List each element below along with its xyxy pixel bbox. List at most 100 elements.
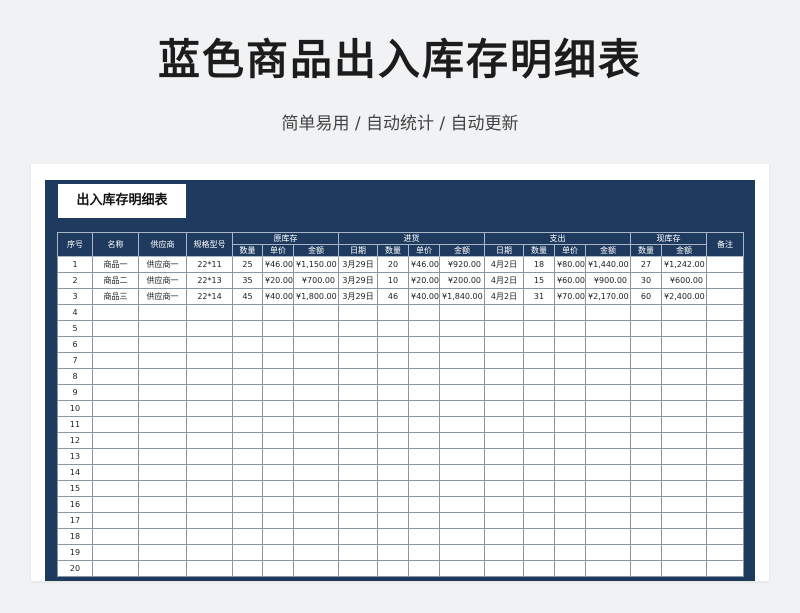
cell-out-amount[interactable]: ¥2,170.00 (585, 288, 632, 305)
cell-open-price[interactable] (262, 560, 294, 577)
cell-in-amount[interactable] (439, 480, 486, 497)
cell-cur-qty[interactable] (630, 432, 663, 449)
cell-out-date[interactable] (484, 528, 525, 545)
cell-cur-qty[interactable] (630, 448, 663, 465)
cell-spec[interactable] (186, 448, 233, 465)
cell-in-price[interactable]: ¥46.00 (408, 256, 441, 273)
cell-cur-qty[interactable]: 30 (630, 272, 663, 289)
cell-cur-qty[interactable] (630, 384, 663, 401)
cell-cur-qty[interactable] (630, 400, 663, 417)
cell-open-amount[interactable] (292, 560, 340, 577)
cell-out-price[interactable] (554, 304, 587, 321)
cell-in-price[interactable] (408, 448, 441, 465)
cell-cur-qty[interactable] (630, 304, 663, 321)
cell-supplier[interactable] (138, 432, 187, 449)
cell-out-date[interactable]: 4月2日 (484, 288, 525, 305)
cell-in-qty[interactable] (377, 320, 410, 337)
cell-out-qty[interactable] (523, 512, 556, 529)
cell-out-date[interactable] (484, 416, 525, 433)
cell-supplier[interactable] (138, 496, 187, 513)
cell-open-price[interactable] (262, 496, 294, 513)
cell-out-date[interactable] (484, 464, 525, 481)
cell-cur-qty[interactable] (630, 352, 663, 369)
cell-out-price[interactable] (554, 496, 587, 513)
cell-out-qty[interactable] (523, 400, 556, 417)
cell-remark[interactable] (706, 352, 745, 369)
cell-seq[interactable]: 3 (57, 288, 93, 305)
cell-cur-qty[interactable] (630, 320, 663, 337)
cell-supplier[interactable] (138, 384, 187, 401)
cell-seq[interactable]: 7 (57, 352, 93, 369)
cell-open-qty[interactable] (232, 416, 263, 433)
cell-in-amount[interactable] (439, 336, 486, 353)
cell-in-qty[interactable] (377, 528, 410, 545)
cell-in-date[interactable] (338, 448, 379, 465)
cell-open-amount[interactable] (292, 480, 340, 497)
cell-open-amount[interactable]: ¥1,800.00 (292, 288, 340, 305)
cell-out-date[interactable] (484, 432, 525, 449)
cell-in-price[interactable] (408, 432, 441, 449)
cell-in-date[interactable] (338, 320, 379, 337)
cell-cur-amount[interactable] (661, 544, 708, 561)
cell-open-qty[interactable] (232, 304, 263, 321)
cell-seq[interactable]: 16 (57, 496, 93, 513)
cell-in-price[interactable] (408, 320, 441, 337)
cell-cur-qty[interactable] (630, 464, 663, 481)
cell-open-price[interactable]: ¥20.00 (262, 272, 294, 289)
cell-in-qty[interactable] (377, 544, 410, 561)
cell-in-date[interactable] (338, 496, 379, 513)
cell-open-amount[interactable]: ¥700.00 (292, 272, 340, 289)
cell-in-amount[interactable] (439, 512, 486, 529)
cell-open-qty[interactable] (232, 464, 263, 481)
cell-open-price[interactable] (262, 304, 294, 321)
cell-in-date[interactable]: 3月29日 (338, 272, 379, 289)
cell-open-price[interactable] (262, 336, 294, 353)
cell-out-date[interactable] (484, 336, 525, 353)
cell-out-price[interactable]: ¥70.00 (554, 288, 587, 305)
cell-spec[interactable] (186, 320, 233, 337)
cell-in-amount[interactable] (439, 464, 486, 481)
cell-open-price[interactable] (262, 528, 294, 545)
cell-in-amount[interactable] (439, 416, 486, 433)
cell-cur-qty[interactable] (630, 512, 663, 529)
cell-seq[interactable]: 13 (57, 448, 93, 465)
cell-in-price[interactable] (408, 384, 441, 401)
cell-supplier[interactable] (138, 480, 187, 497)
cell-in-amount[interactable] (439, 528, 486, 545)
cell-in-amount[interactable] (439, 448, 486, 465)
cell-spec[interactable] (186, 336, 233, 353)
cell-open-amount[interactable] (292, 400, 340, 417)
cell-supplier[interactable] (138, 320, 187, 337)
cell-in-qty[interactable] (377, 496, 410, 513)
cell-spec[interactable] (186, 304, 233, 321)
cell-supplier[interactable] (138, 400, 187, 417)
cell-out-amount[interactable] (585, 496, 632, 513)
cell-name[interactable] (92, 384, 139, 401)
cell-supplier[interactable] (138, 544, 187, 561)
cell-cur-qty[interactable] (630, 544, 663, 561)
cell-in-date[interactable]: 3月29日 (338, 256, 379, 273)
cell-cur-amount[interactable] (661, 384, 708, 401)
cell-cur-amount[interactable] (661, 320, 708, 337)
cell-seq[interactable]: 12 (57, 432, 93, 449)
cell-in-date[interactable] (338, 512, 379, 529)
cell-in-price[interactable] (408, 304, 441, 321)
cell-spec[interactable] (186, 496, 233, 513)
cell-cur-amount[interactable] (661, 496, 708, 513)
cell-seq[interactable]: 11 (57, 416, 93, 433)
cell-supplier[interactable] (138, 528, 187, 545)
cell-open-price[interactable] (262, 464, 294, 481)
cell-out-amount[interactable] (585, 416, 632, 433)
cell-out-qty[interactable]: 15 (523, 272, 556, 289)
cell-open-amount[interactable] (292, 496, 340, 513)
cell-open-qty[interactable] (232, 560, 263, 577)
cell-open-qty[interactable]: 35 (232, 272, 263, 289)
cell-cur-qty[interactable] (630, 480, 663, 497)
cell-in-price[interactable] (408, 480, 441, 497)
cell-seq[interactable]: 10 (57, 400, 93, 417)
cell-open-price[interactable] (262, 368, 294, 385)
cell-in-qty[interactable] (377, 448, 410, 465)
cell-open-qty[interactable] (232, 368, 263, 385)
cell-open-qty[interactable] (232, 528, 263, 545)
cell-open-amount[interactable] (292, 464, 340, 481)
